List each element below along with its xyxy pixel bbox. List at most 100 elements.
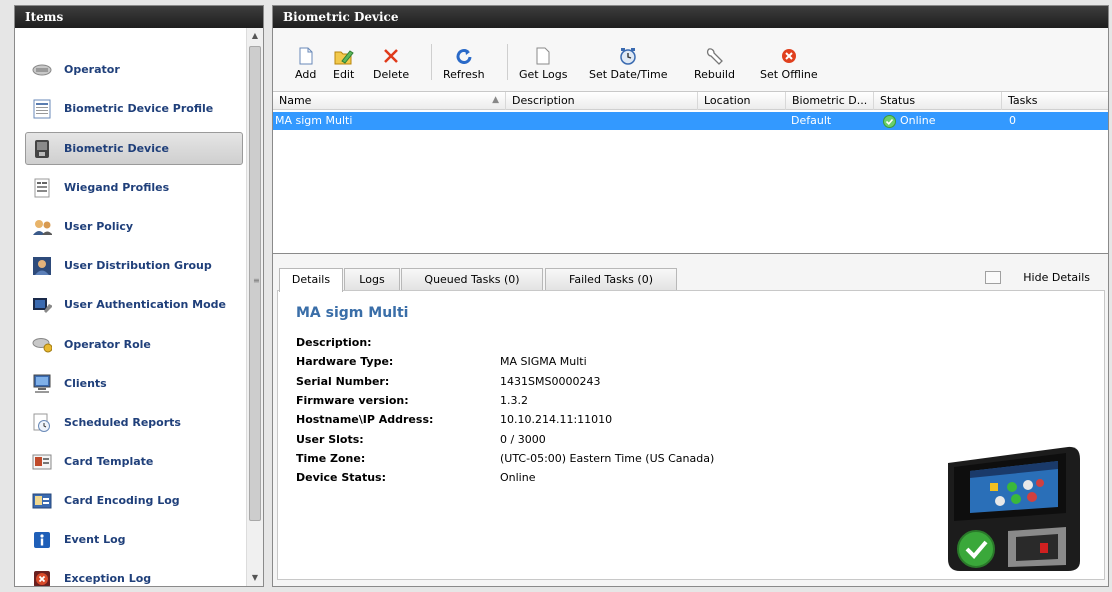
sidebar-item-label: Biometric Device Profile [64,101,214,115]
operator-role-icon [32,335,52,355]
wrench-icon [705,46,724,66]
sidebar-item-exception-log[interactable]: Exception Log [25,562,243,586]
field-value-firmware-version: 1.3.2 [500,394,528,407]
field-label-time-zone: Time Zone: [296,452,366,465]
edit-folder-icon [334,46,354,66]
cell-name: MA sigm Multi [275,114,353,127]
items-panel: Items Operator Biometric Device Profile … [14,5,264,587]
scheduled-reports-icon [32,413,52,433]
sidebar-item-operator-role[interactable]: Operator Role [25,328,243,361]
sidebar-item-label: User Authentication Mode [64,297,226,311]
tab-logs[interactable]: Logs [344,268,400,291]
sidebar-item-label: Scheduled Reports [64,415,181,429]
sidebar-item-user-authentication-mode[interactable]: User Authentication Mode [25,288,243,321]
field-value-device-status: Online [500,471,536,484]
set-date-time-button[interactable]: Set Date/Time [589,46,667,81]
column-header-biometric[interactable]: Biometric D... [785,92,873,110]
sidebar-item-card-template[interactable]: Card Template [25,445,243,478]
sidebar-item-operator[interactable]: Operator [25,53,243,86]
scroll-down-arrow-icon[interactable]: ▼ [247,570,263,586]
sidebar-item-label: Card Template [64,454,154,468]
new-document-icon [299,46,313,66]
delete-x-icon [383,46,399,66]
sidebar-item-clients[interactable]: Clients [25,367,243,400]
sidebar-item-label: Biometric Device [64,141,169,155]
table-row[interactable]: MA sigm Multi Default Online 0 [273,112,1108,130]
field-label-hardware-type: Hardware Type: [296,355,394,368]
items-list: Operator Biometric Device Profile Biomet… [15,28,246,586]
sidebar-item-label: Clients [64,376,107,390]
add-button[interactable]: Add [295,46,316,81]
refresh-button[interactable]: Refresh [443,46,485,81]
sidebar-item-scheduled-reports[interactable]: Scheduled Reports [25,406,243,439]
field-value-time-zone: (UTC-05:00) Eastern Time (US Canada) [500,452,715,465]
set-offline-button[interactable]: Set Offline [760,46,818,81]
scroll-up-arrow-icon[interactable]: ▲ [247,28,263,44]
wiegand-icon [32,178,52,198]
hide-details-checkbox[interactable] [985,271,1002,284]
column-header-location[interactable]: Location [697,92,785,110]
document-icon [536,46,550,66]
field-value-serial-number: 1431SMS0000243 [500,375,601,388]
card-encoding-icon [32,491,52,511]
tab-failed-tasks[interactable]: Failed Tasks (0) [545,268,677,291]
sidebar-item-wiegand-profiles[interactable]: Wiegand Profiles [25,171,243,204]
grid-header: Name ▲ Description Location Biometric D.… [273,92,1108,110]
delete-button[interactable]: Delete [373,46,409,81]
online-check-icon [883,114,896,128]
sidebar-item-biometric-device[interactable]: Biometric Device [25,132,243,165]
info-icon [32,530,52,550]
tab-queued-tasks[interactable]: Queued Tasks (0) [401,268,543,291]
hide-details-label: Hide Details [1023,271,1090,284]
toolbar-separator [431,44,432,80]
field-label-hostname-ip: Hostname\IP Address: [296,413,434,426]
sidebar-item-biometric-device-profile[interactable]: Biometric Device Profile [25,92,243,125]
edit-button[interactable]: Edit [333,46,354,81]
card-template-icon [32,452,52,472]
sidebar-item-user-policy[interactable]: User Policy [25,210,243,243]
device-grid: Name ▲ Description Location Biometric D.… [273,91,1108,254]
biometric-device-panel: Biometric Device Add Edit Delete Refresh [272,5,1109,587]
field-label-device-status: Device Status: [296,471,386,484]
field-label-user-slots: User Slots: [296,433,364,446]
sidebar-item-label: Wiegand Profiles [64,180,170,194]
sidebar-item-user-distribution-group[interactable]: User Distribution Group [25,249,243,282]
tab-details[interactable]: Details [279,268,343,292]
column-header-status[interactable]: Status [873,92,1001,110]
user-policy-icon [32,217,52,237]
field-value-user-slots: 0 / 3000 [500,433,546,446]
field-label-serial-number: Serial Number: [296,375,390,388]
field-label-firmware-version: Firmware version: [296,394,409,407]
details-pane: MA sigm Multi Description: Hardware Type… [277,290,1105,580]
profile-icon [32,99,52,119]
distribution-group-icon [32,256,52,276]
clock-icon [619,46,637,66]
clients-icon [32,374,52,394]
details-tabs: Details Logs Queued Tasks (0) Failed Tas… [273,264,1108,292]
sidebar-item-label: Event Log [64,532,126,546]
column-header-name[interactable]: Name ▲ [273,92,505,110]
cell-biometric: Default [791,114,832,127]
panel-title: Biometric Device [273,6,1108,28]
sort-ascending-icon: ▲ [492,95,499,105]
offline-icon [781,46,797,66]
get-logs-button[interactable]: Get Logs [519,46,567,81]
hide-details-toggle[interactable]: Hide Details [985,271,1090,284]
cell-status: Online [883,112,935,130]
rebuild-button[interactable]: Rebuild [694,46,735,81]
sidebar-item-card-encoding-log[interactable]: Card Encoding Log [25,484,243,517]
scroll-thumb[interactable]: ≡ [249,46,261,521]
sidebar-item-label: User Distribution Group [64,258,212,272]
authentication-icon [32,295,52,315]
column-header-description[interactable]: Description [505,92,697,110]
error-icon [32,569,52,586]
items-scrollbar[interactable]: ▲ ≡ ▼ [246,28,263,586]
column-header-tasks[interactable]: Tasks [1001,92,1108,110]
field-label-description: Description: [296,336,372,349]
biometric-device-icon [32,139,52,159]
details-title: MA sigm Multi [296,305,409,321]
toolbar: Add Edit Delete Refresh Get Logs Set Dat… [273,28,1108,91]
sidebar-item-label: Operator Role [64,337,151,351]
sidebar-item-event-log[interactable]: Event Log [25,523,243,556]
refresh-icon [456,46,472,66]
